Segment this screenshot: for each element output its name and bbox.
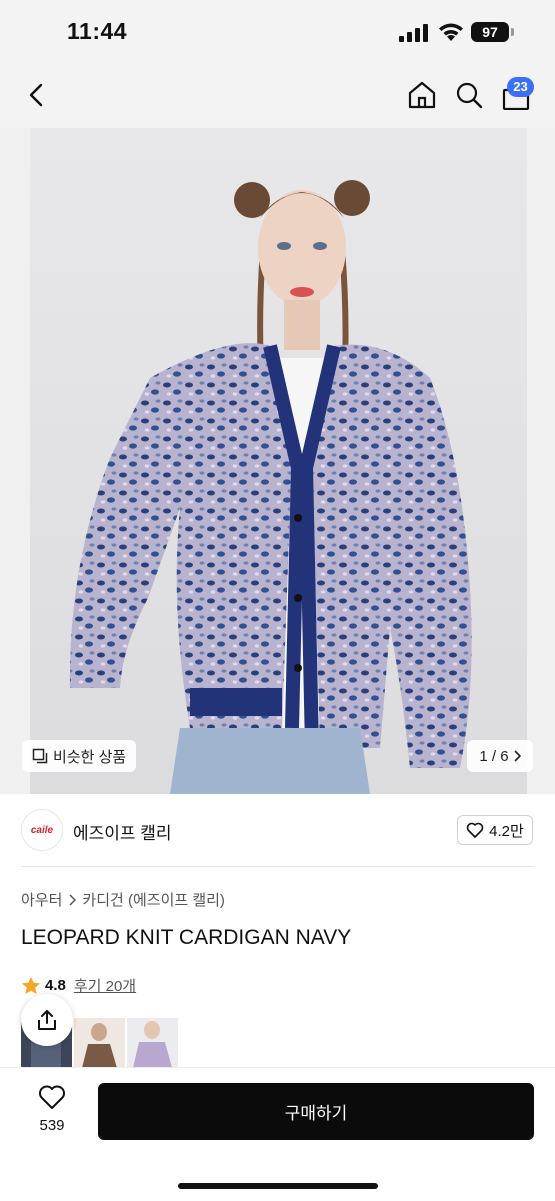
home-icon[interactable] [407,80,437,110]
rating-summary: 4.8 후기 20개 [21,975,136,996]
brand-like-count: 4.2만 [489,822,524,840]
review-thumbnail[interactable] [74,1018,125,1068]
review-thumbnail[interactable] [127,1018,178,1068]
product-photo [30,128,527,794]
star-icon [22,977,40,994]
breadcrumb-category[interactable]: 아우터 [21,889,62,910]
pager-text: 1 / 6 [479,747,509,765]
wishlist-count: 539 [39,1117,65,1134]
cart-count-badge: 23 [507,77,534,97]
breadcrumb: 아우터 카디건 (에즈이프 캘리) [21,889,225,910]
brand-row[interactable]: caile 에즈이프 캘리 4.2만 [0,794,555,866]
similar-products-label: 비슷한 상품 [53,748,127,766]
copy-icon [32,748,48,764]
chevron-right-icon [69,893,77,906]
back-chevron-icon[interactable] [26,82,48,108]
gallery-pager[interactable]: 1 / 6 [467,740,533,772]
brand-logo[interactable]: caile [21,809,63,851]
breadcrumb-subcategory[interactable]: 카디건 (에즈이프 캘리) [82,889,225,910]
brand-like-button[interactable]: 4.2만 [457,815,533,845]
battery-indicator: 97 [471,22,509,42]
share-icon [38,1010,56,1030]
heart-icon [466,822,484,838]
status-bar: 11:44 97 [0,0,555,62]
product-gallery[interactable] [0,128,555,794]
reviews-link[interactable]: 후기 20개 [74,975,136,996]
battery-tip [511,28,514,36]
brand-name[interactable]: 에즈이프 캘리 [73,819,172,844]
product-title: LEOPARD KNIT CARDIGAN NAVY [21,926,352,949]
home-indicator [178,1183,378,1189]
similar-products-button[interactable]: 비슷한 상품 [22,740,137,772]
heart-icon [39,1085,65,1109]
chevron-right-icon [514,750,521,762]
wifi-icon [439,23,463,41]
model-illustration [69,180,472,794]
signal-icon [399,24,428,42]
share-button[interactable] [21,994,73,1046]
wishlist-button[interactable]: 539 [30,1084,74,1134]
search-icon[interactable] [455,81,483,109]
buy-button[interactable]: 구매하기 [98,1083,534,1140]
divider [21,866,534,867]
clock: 11:44 [67,18,128,44]
rating-score: 4.8 [45,977,66,994]
